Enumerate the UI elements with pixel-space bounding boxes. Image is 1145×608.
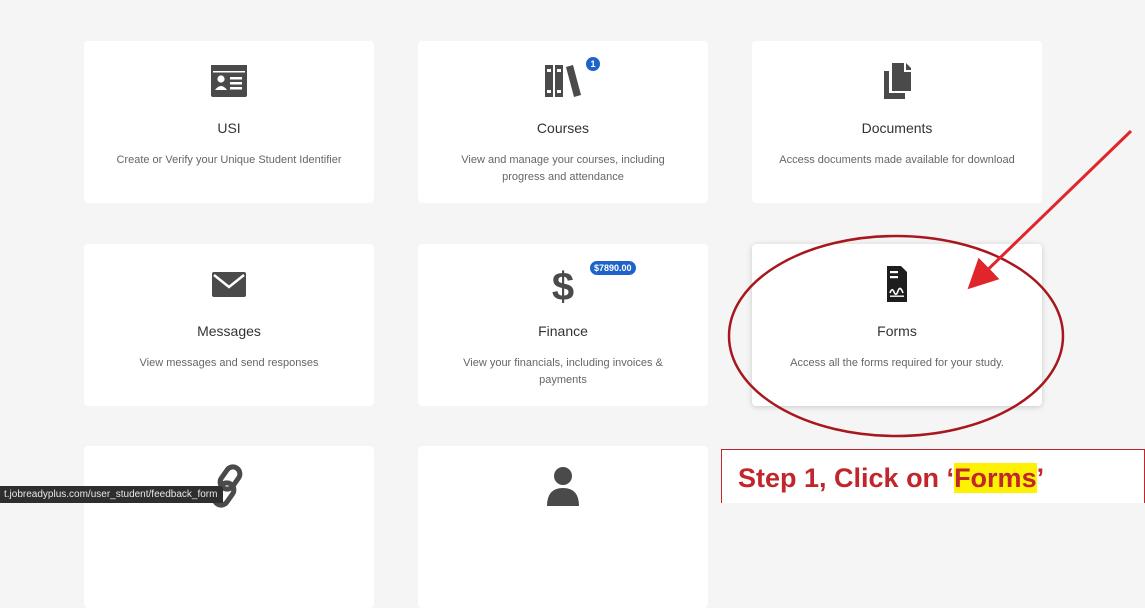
courses-card[interactable]: 1 Courses View and manage your courses, … xyxy=(418,41,708,203)
dollar-icon: $ xyxy=(418,260,708,308)
card-description: Access all the forms required for your s… xyxy=(790,357,1004,369)
step-instruction-highlight: Forms xyxy=(954,463,1037,493)
forms-card[interactable]: Forms Access all the forms required for … xyxy=(752,244,1042,406)
row3-middle-card[interactable] xyxy=(418,446,708,608)
id-card-icon xyxy=(84,57,374,105)
form-signature-icon xyxy=(752,260,1042,308)
card-description: View your financials, including invoices… xyxy=(463,357,663,386)
courses-count-badge: 1 xyxy=(585,56,601,72)
step-instruction-box: Step 1, Click on ‘Forms’ xyxy=(721,449,1145,503)
status-bar-url: t.jobreadyplus.com/user_student/feedback… xyxy=(0,486,224,503)
finance-balance-badge: $7890.00 xyxy=(589,260,637,276)
step-instruction-suffix: ’ xyxy=(1036,463,1045,493)
step-instruction-prefix: Step 1, Click on ‘ xyxy=(738,463,955,493)
card-title: Forms xyxy=(877,323,917,339)
row3-left-card[interactable] xyxy=(84,446,374,608)
documents-icon xyxy=(752,57,1042,105)
card-title: Courses xyxy=(536,120,590,136)
card-title: Messages xyxy=(197,323,261,339)
card-title: Documents xyxy=(861,120,933,136)
finance-card[interactable]: $ $7890.00 Finance View your financials,… xyxy=(418,244,708,406)
books-icon xyxy=(418,57,708,105)
usi-card[interactable]: USI Create or Verify your Unique Student… xyxy=(84,41,374,203)
svg-text:$: $ xyxy=(552,265,574,308)
card-title: USI xyxy=(217,120,241,136)
card-description: View and manage your courses, including … xyxy=(461,154,665,183)
messages-card[interactable]: Messages View messages and send response… xyxy=(84,244,374,406)
card-description: Access documents made available for down… xyxy=(779,154,1015,166)
card-description: Create or Verify your Unique Student Ide… xyxy=(116,154,342,166)
card-title: Finance xyxy=(538,323,588,339)
documents-card[interactable]: Documents Access documents made availabl… xyxy=(752,41,1042,203)
card-description: View messages and send responses xyxy=(139,357,319,369)
envelope-icon xyxy=(84,260,374,308)
